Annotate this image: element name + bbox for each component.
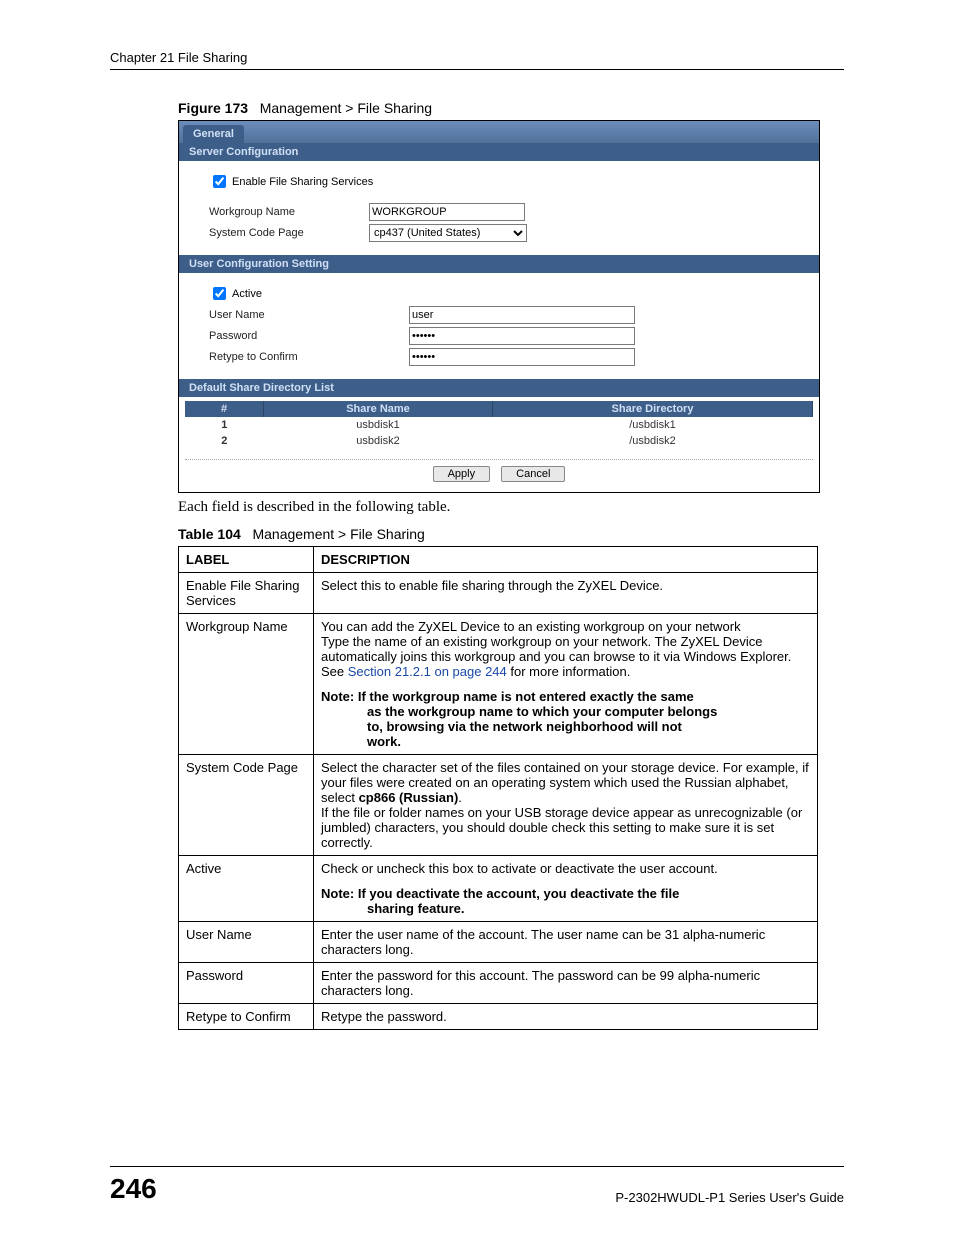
enable-file-sharing-label: Enable File Sharing Services [232, 176, 373, 188]
cell-desc: Check or uncheck this box to activate or… [314, 856, 818, 922]
cell-desc: Retype the password. [314, 1004, 818, 1030]
active-checkbox[interactable] [213, 287, 226, 300]
apply-button[interactable]: Apply [433, 466, 491, 482]
cell-label: Workgroup Name [179, 614, 314, 755]
cell-label: Enable File Sharing Services [179, 573, 314, 614]
password-input[interactable] [409, 327, 635, 345]
cell-desc: You can add the ZyXEL Device to an exist… [314, 614, 818, 755]
share-directory-table: # Share Name Share Directory 1 usbdisk1 … [185, 401, 813, 449]
retype-label: Retype to Confirm [209, 351, 409, 363]
active-label: Active [232, 288, 262, 300]
col-name: Share Name [264, 401, 493, 417]
cell-desc: Enter the user name of the account. The … [314, 922, 818, 963]
codepage-label: System Code Page [209, 227, 369, 239]
tab-bar: General [179, 121, 819, 143]
intro-text: Each field is described in the following… [178, 499, 844, 516]
cell-label: Password [179, 963, 314, 1004]
table-row: 1 usbdisk1 /usbdisk1 [185, 417, 813, 433]
section-dirs-header: Default Share Directory List [179, 379, 819, 397]
screenshot-panel: General Server Configuration Enable File… [178, 120, 820, 493]
table-row: 2 usbdisk2 /usbdisk2 [185, 433, 813, 449]
col-dir: Share Directory [493, 401, 813, 417]
figure-title: Management > File Sharing [260, 100, 432, 116]
th-label: LABEL [179, 547, 314, 573]
password-label: Password [209, 330, 409, 342]
enable-file-sharing-checkbox[interactable] [213, 175, 226, 188]
cell-label: Active [179, 856, 314, 922]
page-number: 246 [110, 1173, 157, 1205]
cell-label: Retype to Confirm [179, 1004, 314, 1030]
running-head: Chapter 21 File Sharing [110, 50, 844, 70]
cell-desc: Select the character set of the files co… [314, 755, 818, 856]
figure-label: Figure 173 [178, 100, 248, 116]
description-table: LABEL DESCRIPTION Enable File Sharing Se… [178, 546, 818, 1030]
codepage-select[interactable]: cp437 (United States) [369, 224, 527, 242]
cell-label: User Name [179, 922, 314, 963]
cell-desc: Enter the password for this account. The… [314, 963, 818, 1004]
table-title: Management > File Sharing [252, 526, 424, 542]
workgroup-name-label: Workgroup Name [209, 206, 369, 218]
table-label: Table 104 [178, 526, 241, 542]
note-block: Note: If you deactivate the account, you… [321, 886, 810, 916]
xref-link[interactable]: Section 21.2.1 on page 244 [348, 664, 507, 679]
retype-input[interactable] [409, 348, 635, 366]
section-user-header: User Configuration Setting [179, 255, 819, 273]
page-footer: 246 P-2302HWUDL-P1 Series User's Guide [110, 1166, 844, 1205]
th-desc: DESCRIPTION [314, 547, 818, 573]
figure-caption: Figure 173 Management > File Sharing [178, 100, 844, 116]
col-num: # [185, 401, 264, 417]
cell-desc: Select this to enable file sharing throu… [314, 573, 818, 614]
username-input[interactable] [409, 306, 635, 324]
table-caption: Table 104 Management > File Sharing [178, 526, 844, 542]
tab-general[interactable]: General [183, 125, 244, 143]
note-block: Note: If the workgroup name is not enter… [321, 689, 810, 749]
cell-label: System Code Page [179, 755, 314, 856]
section-server-header: Server Configuration [179, 143, 819, 161]
username-label: User Name [209, 309, 409, 321]
doc-id: P-2302HWUDL-P1 Series User's Guide [615, 1190, 844, 1205]
workgroup-name-input[interactable] [369, 203, 525, 221]
cancel-button[interactable]: Cancel [501, 466, 565, 482]
